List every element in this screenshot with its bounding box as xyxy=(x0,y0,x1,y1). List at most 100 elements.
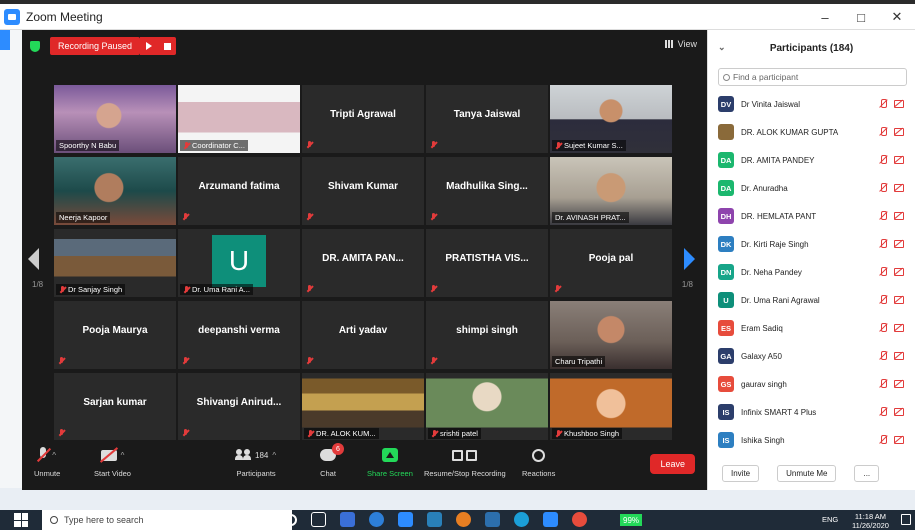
video-tile[interactable]: Madhulika Sing... xyxy=(426,157,548,225)
participant-label: Spoorthy N Babu xyxy=(56,140,120,151)
participant-row[interactable]: DN Dr. Neha Pandey xyxy=(708,258,915,286)
chrome-icon[interactable] xyxy=(572,512,587,527)
participant-name: Tanya Jaiswal xyxy=(453,109,521,120)
video-tile[interactable]: Shivam Kumar xyxy=(302,157,424,225)
collapse-chevron-down-icon[interactable]: ⌄ xyxy=(718,42,726,53)
video-tile[interactable]: DR. ALOK KUM... xyxy=(302,373,424,441)
video-tile[interactable]: PRATISTHA VIS... xyxy=(426,229,548,297)
notification-icon[interactable] xyxy=(901,514,911,525)
chat-label: Chat xyxy=(320,469,336,478)
muted-mic-icon xyxy=(182,429,189,437)
maximize-button[interactable]: □ xyxy=(843,4,879,30)
start-video-button[interactable]: ^ Start Video xyxy=(94,444,131,478)
video-tile[interactable]: Dr. AVINASH PRAT... xyxy=(550,157,672,225)
video-tile[interactable]: Khushboo Singh xyxy=(550,373,672,441)
participant-row[interactable]: IS Infinix SMART 4 Plus xyxy=(708,398,915,426)
resume-stop-recording-button[interactable]: Resume/Stop Recording xyxy=(424,444,506,478)
participant-row[interactable]: DK Dr. Kirti Raje Singh xyxy=(708,230,915,258)
audio-options-caret-icon[interactable]: ^ xyxy=(52,451,56,460)
mail-icon[interactable] xyxy=(340,512,355,527)
security-shield-icon[interactable] xyxy=(30,40,40,52)
video-tile[interactable]: Coordinator C... xyxy=(178,85,300,153)
muted-mic-icon xyxy=(430,213,437,221)
participant-search-input[interactable]: Find a participant xyxy=(718,68,907,86)
battery-indicator[interactable]: 99% xyxy=(620,514,643,526)
participants-caret-icon[interactable]: ^ xyxy=(272,451,276,460)
zoom-taskbar-icon[interactable] xyxy=(398,512,413,527)
video-tile[interactable]: srishti patel xyxy=(426,373,548,441)
muted-mic-icon xyxy=(307,429,314,438)
invite-button[interactable]: Invite xyxy=(722,464,760,482)
video-tile[interactable]: shimpi singh xyxy=(426,301,548,369)
task-view-icon[interactable] xyxy=(311,512,326,527)
video-off-icon xyxy=(894,267,904,276)
participant-name: Shivangi Anirud... xyxy=(196,397,282,408)
video-tile[interactable]: Neerja Kapoor xyxy=(54,157,176,225)
participant-avatar xyxy=(718,124,734,140)
app-icon[interactable] xyxy=(485,512,500,527)
firefox-icon[interactable] xyxy=(456,512,471,527)
video-tile[interactable]: Tanya Jaiswal xyxy=(426,85,548,153)
video-tile[interactable]: Charu Tripathi xyxy=(550,301,672,369)
video-off-icon xyxy=(894,435,904,444)
more-options-button[interactable]: ... xyxy=(854,464,880,482)
language-indicator[interactable]: ENG xyxy=(822,515,838,524)
app-icon-2[interactable] xyxy=(514,512,529,527)
next-page-arrow-icon[interactable] xyxy=(684,248,695,270)
grid-view-icon xyxy=(664,40,674,48)
participant-row[interactable]: DA Dr. Anuradha xyxy=(708,174,915,202)
cortana-icon[interactable] xyxy=(285,514,297,526)
participant-row[interactable]: U Dr. Uma Rani Agrawal xyxy=(708,286,915,314)
video-tile[interactable]: Pooja Maurya xyxy=(54,301,176,369)
participant-row[interactable]: ES Eram Sadiq xyxy=(708,314,915,342)
video-tile[interactable]: Dr Sanjay Singh xyxy=(54,229,176,297)
view-button[interactable]: View xyxy=(664,39,697,49)
participant-row[interactable]: GS gaurav singh xyxy=(708,370,915,398)
video-tile[interactable]: Arti yadav xyxy=(302,301,424,369)
edge-browser-icon[interactable] xyxy=(369,512,384,527)
share-screen-button[interactable]: Share Screen xyxy=(367,444,413,478)
taskbar-search-input[interactable]: Type here to search xyxy=(42,510,292,530)
zoom-app-taskbar-icon[interactable] xyxy=(543,512,558,527)
video-tile[interactable]: Sarjan kumar xyxy=(54,373,176,441)
reactions-button[interactable]: Reactions xyxy=(522,444,555,478)
video-tile[interactable]: Pooja pal xyxy=(550,229,672,297)
video-off-icon xyxy=(894,155,904,164)
video-off-icon xyxy=(894,295,904,304)
chat-button[interactable]: 6 Chat xyxy=(320,443,344,478)
window-controls: – □ ✕ xyxy=(807,4,915,30)
video-tile[interactable]: Shivangi Anirud... xyxy=(178,373,300,441)
video-tile[interactable]: deepanshi verma xyxy=(178,301,300,369)
participant-status-icons xyxy=(879,211,904,220)
leave-button[interactable]: Leave xyxy=(650,454,695,474)
stop-recording-button[interactable] xyxy=(158,37,177,55)
recording-status: Recording Paused xyxy=(50,37,141,55)
participant-row[interactable]: DH DR. HEMLATA PANT xyxy=(708,202,915,230)
windows-start-icon[interactable] xyxy=(14,513,28,527)
participant-row[interactable]: IS Ishika Singh xyxy=(708,426,915,454)
participant-row[interactable]: DA DR. AMITA PANDEY xyxy=(708,146,915,174)
video-tile[interactable]: Arzumand fatima xyxy=(178,157,300,225)
participant-row[interactable]: DR. ALOK KUMAR GUPTA xyxy=(708,118,915,146)
taskbar-clock[interactable]: 11:18 AM 11/26/2020 xyxy=(852,512,889,530)
video-tile[interactable]: Spoorthy N Babu xyxy=(54,85,176,153)
video-tile[interactable]: DR. AMITA PAN... xyxy=(302,229,424,297)
muted-mic-icon xyxy=(182,213,189,221)
unmute-me-button[interactable]: Unmute Me xyxy=(777,464,837,482)
view-label: View xyxy=(677,39,697,49)
file-explorer-icon[interactable] xyxy=(427,512,442,527)
previous-page-arrow-icon[interactable] xyxy=(28,248,39,270)
resume-recording-button[interactable] xyxy=(140,37,159,55)
participants-button[interactable]: 184 ^ Participants xyxy=(235,444,276,478)
minimize-button[interactable]: – xyxy=(807,4,843,30)
close-button[interactable]: ✕ xyxy=(879,4,915,30)
unmute-button[interactable]: ^ Unmute xyxy=(34,444,60,478)
video-tile[interactable]: Tripti Agrawal xyxy=(302,85,424,153)
video-tile[interactable]: Sujeet Kumar S... xyxy=(550,85,672,153)
page-indicator-right: 1/8 xyxy=(681,280,693,289)
video-tile[interactable]: U Dr. Uma Rani A... xyxy=(178,229,300,297)
participant-label-text: Charu Tripathi xyxy=(555,357,603,366)
participant-row[interactable]: DV Dr Vinita Jaiswal xyxy=(708,90,915,118)
participant-row[interactable]: GA Galaxy A50 xyxy=(708,342,915,370)
video-options-caret-icon[interactable]: ^ xyxy=(121,451,125,460)
